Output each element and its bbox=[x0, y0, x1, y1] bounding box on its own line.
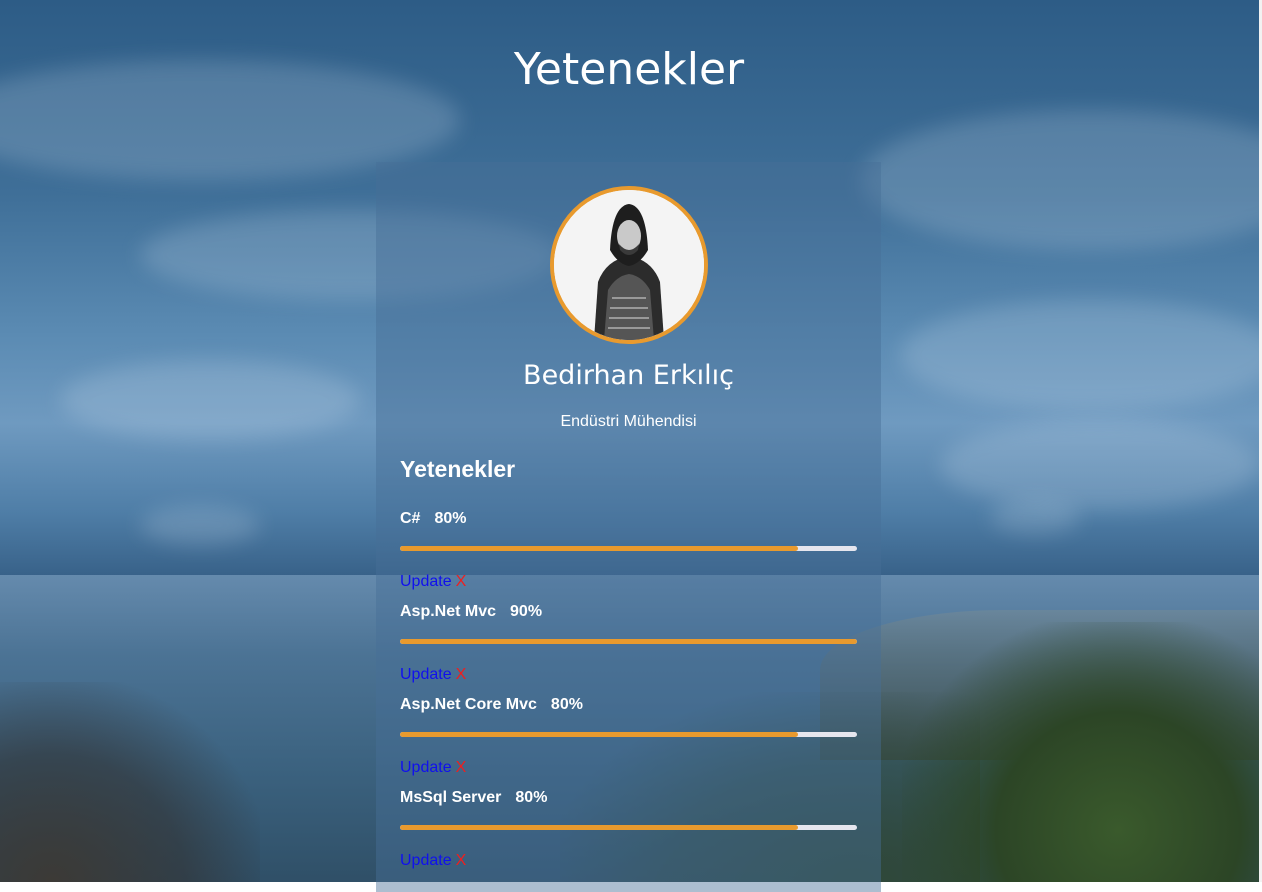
skill-item: Asp.Net Core Mvc 80% Update X bbox=[400, 696, 857, 779]
skill-name: MsSql Server bbox=[400, 789, 502, 806]
profile-role: Endüstri Mühendisi bbox=[560, 413, 697, 430]
skill-item: MsSql Server 80% Update X bbox=[400, 789, 857, 872]
delete-link[interactable]: X bbox=[456, 852, 467, 869]
skill-item: C# 80% Update X bbox=[400, 510, 857, 593]
page-title: Yetenekler bbox=[513, 44, 745, 95]
delete-link[interactable]: X bbox=[456, 573, 467, 590]
avatar bbox=[550, 186, 708, 344]
skill-header: MsSql Server 80% bbox=[400, 789, 857, 811]
skill-actions: Update X bbox=[400, 573, 857, 593]
skill-progress-fill bbox=[400, 732, 798, 737]
profile-card: Bedirhan Erkılıç Endüstri Mühendisi Yete… bbox=[376, 162, 881, 892]
update-link[interactable]: Update bbox=[400, 573, 452, 590]
skill-actions: Update X bbox=[400, 759, 857, 779]
skills-heading: Yetenekler bbox=[400, 456, 516, 482]
skill-progress-fill bbox=[400, 825, 798, 830]
skill-progress-bar bbox=[400, 825, 857, 830]
skill-name: C# bbox=[400, 510, 421, 527]
skill-actions: Update X bbox=[400, 666, 857, 686]
skill-progress-bar bbox=[400, 546, 857, 551]
skill-percent: 80% bbox=[515, 789, 548, 806]
skill-progress-bar bbox=[400, 732, 857, 737]
skill-name: Asp.Net Mvc bbox=[400, 603, 497, 620]
update-link[interactable]: Update bbox=[400, 852, 452, 869]
skill-progress-bar bbox=[400, 639, 857, 644]
skill-percent: 80% bbox=[550, 696, 583, 713]
skill-item: Asp.Net Mvc 90% Update X bbox=[400, 603, 857, 686]
skill-header: Asp.Net Mvc 90% bbox=[400, 603, 857, 625]
delete-link[interactable]: X bbox=[456, 759, 467, 776]
update-link[interactable]: Update bbox=[400, 759, 452, 776]
update-link[interactable]: Update bbox=[400, 666, 452, 683]
profile-name: Bedirhan Erkılıç bbox=[523, 360, 734, 391]
skill-progress-fill bbox=[400, 546, 798, 551]
delete-link[interactable]: X bbox=[456, 666, 467, 683]
skill-header: C# 80% bbox=[400, 510, 857, 532]
profile-photo bbox=[554, 190, 704, 340]
skill-progress-fill bbox=[400, 639, 857, 644]
skill-name: Asp.Net Core Mvc bbox=[400, 696, 537, 713]
skill-actions: Update X bbox=[400, 852, 857, 872]
skill-percent: 80% bbox=[434, 510, 467, 527]
skill-percent: 90% bbox=[510, 603, 543, 620]
skill-header: Asp.Net Core Mvc 80% bbox=[400, 696, 857, 718]
